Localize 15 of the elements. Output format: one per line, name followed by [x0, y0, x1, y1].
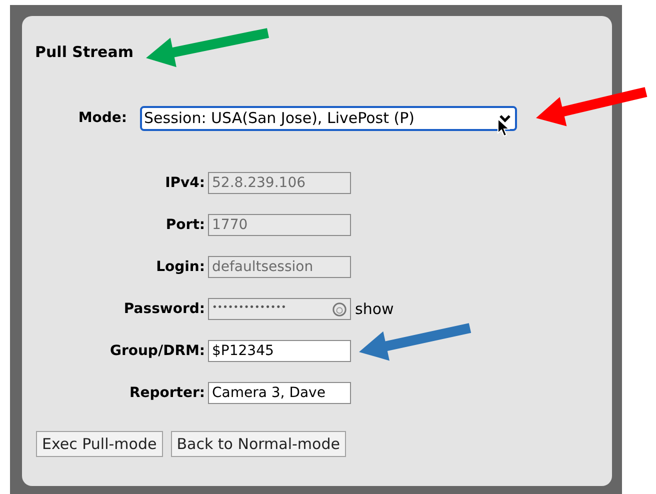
field-label: Password: — [122, 300, 206, 318]
field-label: IPv4: — [164, 174, 206, 192]
mouse-cursor-icon — [497, 118, 510, 138]
panel-title: Pull Stream — [35, 45, 134, 60]
input-field[interactable]: $P12345 — [208, 340, 351, 362]
action-button[interactable]: Exec Pull-mode — [36, 431, 163, 457]
field-label: Mode: — [77, 109, 128, 128]
chevron-down-icon — [499, 114, 511, 123]
field-label: Login: — [155, 258, 206, 276]
action-button[interactable]: Back to Normal-mode — [170, 431, 346, 457]
field-label: Port: — [164, 216, 206, 234]
field-label: Reporter: — [128, 384, 206, 402]
mode-select[interactable]: Session: USA(San Jose), LivePost (P) — [140, 106, 517, 131]
field-label: Group/DRM: — [108, 342, 206, 360]
input-field[interactable]: Camera 3, Dave — [208, 382, 351, 404]
